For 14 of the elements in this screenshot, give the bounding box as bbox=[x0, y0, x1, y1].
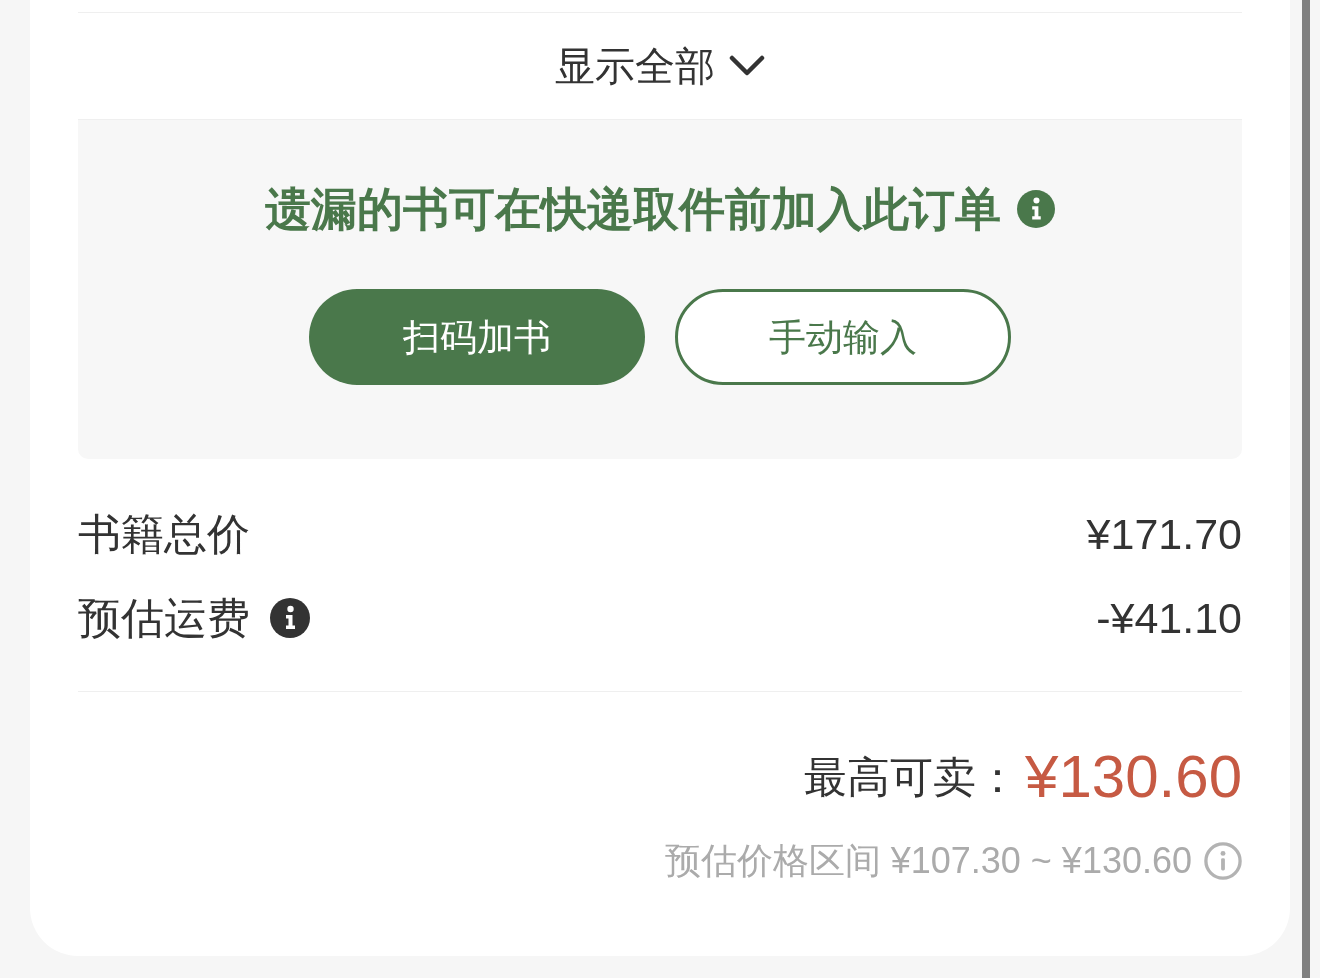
scan-add-button[interactable]: 扫码加书 bbox=[309, 289, 645, 385]
show-all-button[interactable]: 显示全部 bbox=[555, 46, 765, 86]
manual-input-button[interactable]: 手动输入 bbox=[675, 289, 1011, 385]
scrollbar[interactable] bbox=[1302, 0, 1310, 978]
max-sale-price: ¥130.60 bbox=[1025, 747, 1242, 807]
summary-value: -¥41.10 bbox=[1096, 596, 1242, 640]
estimate-range-text: 预估价格区间 ¥107.30 ~ ¥130.60 bbox=[664, 843, 1192, 879]
add-books-notice: 遗漏的书可在快递取件前加入此订单 bbox=[265, 186, 1001, 232]
summary-value: ¥171.70 bbox=[1086, 512, 1242, 556]
chevron-down-icon bbox=[729, 55, 765, 77]
max-sale-label: 最高可卖： bbox=[804, 755, 1020, 799]
info-icon[interactable] bbox=[270, 598, 310, 638]
summary-label: 预估运费 bbox=[78, 596, 250, 640]
summary-label: 书籍总价 bbox=[78, 512, 250, 556]
